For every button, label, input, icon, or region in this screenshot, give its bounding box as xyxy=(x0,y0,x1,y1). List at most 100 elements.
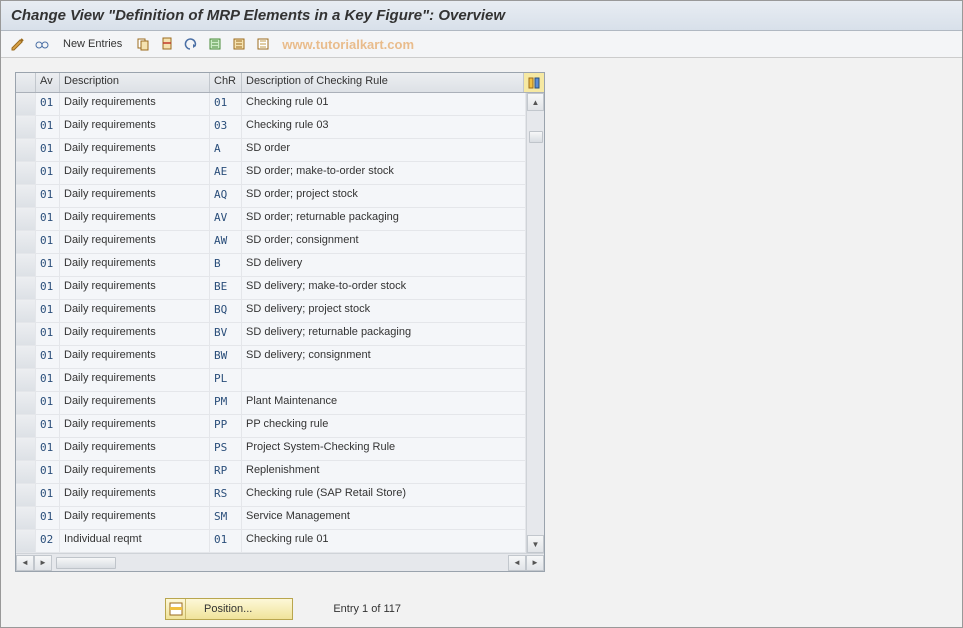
position-button[interactable]: Position... xyxy=(165,598,293,620)
cell-av[interactable]: 01 xyxy=(36,392,60,414)
scroll-right-button[interactable]: ► xyxy=(34,555,52,571)
cell-chr[interactable]: PS xyxy=(210,438,242,460)
cell-av[interactable]: 01 xyxy=(36,369,60,391)
cell-av[interactable]: 01 xyxy=(36,484,60,506)
cell-description[interactable]: Individual reqmt xyxy=(60,530,210,552)
cell-av[interactable]: 01 xyxy=(36,185,60,207)
row-selector[interactable] xyxy=(16,185,36,207)
row-selector[interactable] xyxy=(16,461,36,483)
cell-chr[interactable]: BQ xyxy=(210,300,242,322)
row-selector[interactable] xyxy=(16,415,36,437)
cell-rule[interactable]: SD order xyxy=(242,139,526,161)
cell-av[interactable]: 01 xyxy=(36,507,60,529)
header-chr[interactable]: ChR xyxy=(210,73,242,92)
cell-av[interactable]: 01 xyxy=(36,93,60,115)
cell-rule[interactable]: Service Management xyxy=(242,507,526,529)
cell-chr[interactable]: PP xyxy=(210,415,242,437)
cell-rule[interactable]: Checking rule (SAP Retail Store) xyxy=(242,484,526,506)
delete-icon[interactable] xyxy=(158,35,176,53)
cell-rule[interactable]: SD order; make-to-order stock xyxy=(242,162,526,184)
vertical-scrollbar[interactable]: ▲ ▼ xyxy=(526,93,544,553)
cell-av[interactable]: 01 xyxy=(36,277,60,299)
cell-chr[interactable]: B xyxy=(210,254,242,276)
cell-description[interactable]: Daily requirements xyxy=(60,323,210,345)
select-all-icon[interactable] xyxy=(206,35,224,53)
cell-rule[interactable]: Checking rule 01 xyxy=(242,530,526,552)
cell-description[interactable]: Daily requirements xyxy=(60,116,210,138)
configure-columns-icon[interactable] xyxy=(524,73,544,92)
header-selector[interactable] xyxy=(16,73,36,92)
row-selector[interactable] xyxy=(16,162,36,184)
cell-rule[interactable]: Plant Maintenance xyxy=(242,392,526,414)
row-selector[interactable] xyxy=(16,346,36,368)
cell-av[interactable]: 01 xyxy=(36,116,60,138)
row-selector[interactable] xyxy=(16,438,36,460)
cell-description[interactable]: Daily requirements xyxy=(60,369,210,391)
cell-description[interactable]: Daily requirements xyxy=(60,415,210,437)
new-entries-button[interactable]: New Entries xyxy=(57,38,128,50)
cell-chr[interactable]: AQ xyxy=(210,185,242,207)
row-selector[interactable] xyxy=(16,369,36,391)
scroll-thumb-horizontal[interactable] xyxy=(56,557,116,569)
cell-chr[interactable]: SM xyxy=(210,507,242,529)
header-description[interactable]: Description xyxy=(60,73,210,92)
cell-rule[interactable]: PP checking rule xyxy=(242,415,526,437)
cell-rule[interactable]: SD delivery; project stock xyxy=(242,300,526,322)
cell-description[interactable]: Daily requirements xyxy=(60,277,210,299)
scroll-left-button[interactable]: ◄ xyxy=(16,555,34,571)
cell-rule[interactable]: Replenishment xyxy=(242,461,526,483)
cell-description[interactable]: Daily requirements xyxy=(60,438,210,460)
cell-rule[interactable]: SD order; project stock xyxy=(242,185,526,207)
row-selector[interactable] xyxy=(16,139,36,161)
row-selector[interactable] xyxy=(16,208,36,230)
cell-rule[interactable]: Project System-Checking Rule xyxy=(242,438,526,460)
row-selector[interactable] xyxy=(16,300,36,322)
copy-icon[interactable] xyxy=(134,35,152,53)
cell-description[interactable]: Daily requirements xyxy=(60,254,210,276)
cell-av[interactable]: 01 xyxy=(36,162,60,184)
cell-av[interactable]: 01 xyxy=(36,346,60,368)
cell-rule[interactable]: SD delivery xyxy=(242,254,526,276)
cell-chr[interactable]: PM xyxy=(210,392,242,414)
cell-description[interactable]: Daily requirements xyxy=(60,507,210,529)
cell-chr[interactable]: AV xyxy=(210,208,242,230)
deselect-all-icon[interactable] xyxy=(254,35,272,53)
cell-description[interactable]: Daily requirements xyxy=(60,93,210,115)
row-selector[interactable] xyxy=(16,484,36,506)
cell-description[interactable]: Daily requirements xyxy=(60,392,210,414)
cell-description[interactable]: Daily requirements xyxy=(60,300,210,322)
row-selector[interactable] xyxy=(16,277,36,299)
glasses-icon[interactable] xyxy=(33,35,51,53)
undo-icon[interactable] xyxy=(182,35,200,53)
scroll-up-button[interactable]: ▲ xyxy=(527,93,544,111)
cell-av[interactable]: 01 xyxy=(36,208,60,230)
scroll-down-button[interactable]: ▼ xyxy=(527,535,544,553)
cell-av[interactable]: 01 xyxy=(36,300,60,322)
cell-chr[interactable]: RP xyxy=(210,461,242,483)
cell-description[interactable]: Daily requirements xyxy=(60,208,210,230)
cell-chr[interactable]: 01 xyxy=(210,93,242,115)
cell-rule[interactable]: SD order; consignment xyxy=(242,231,526,253)
toggle-display-change-icon[interactable] xyxy=(9,35,27,53)
cell-description[interactable]: Daily requirements xyxy=(60,139,210,161)
header-checking-rule[interactable]: Description of Checking Rule xyxy=(242,73,524,92)
cell-rule[interactable]: SD delivery; consignment xyxy=(242,346,526,368)
cell-av[interactable]: 01 xyxy=(36,231,60,253)
cell-rule[interactable]: Checking rule 03 xyxy=(242,116,526,138)
cell-chr[interactable]: RS xyxy=(210,484,242,506)
row-selector[interactable] xyxy=(16,93,36,115)
cell-chr[interactable]: 03 xyxy=(210,116,242,138)
cell-chr[interactable]: A xyxy=(210,139,242,161)
cell-rule[interactable] xyxy=(242,369,526,391)
cell-chr[interactable]: 01 xyxy=(210,530,242,552)
scroll-right-end-button[interactable]: ► xyxy=(526,555,544,571)
cell-chr[interactable]: AE xyxy=(210,162,242,184)
header-av[interactable]: Av xyxy=(36,73,60,92)
row-selector[interactable] xyxy=(16,323,36,345)
cell-av[interactable]: 01 xyxy=(36,323,60,345)
cell-chr[interactable]: BV xyxy=(210,323,242,345)
cell-chr[interactable]: BW xyxy=(210,346,242,368)
cell-chr[interactable]: PL xyxy=(210,369,242,391)
cell-rule[interactable]: SD delivery; returnable packaging xyxy=(242,323,526,345)
row-selector[interactable] xyxy=(16,392,36,414)
